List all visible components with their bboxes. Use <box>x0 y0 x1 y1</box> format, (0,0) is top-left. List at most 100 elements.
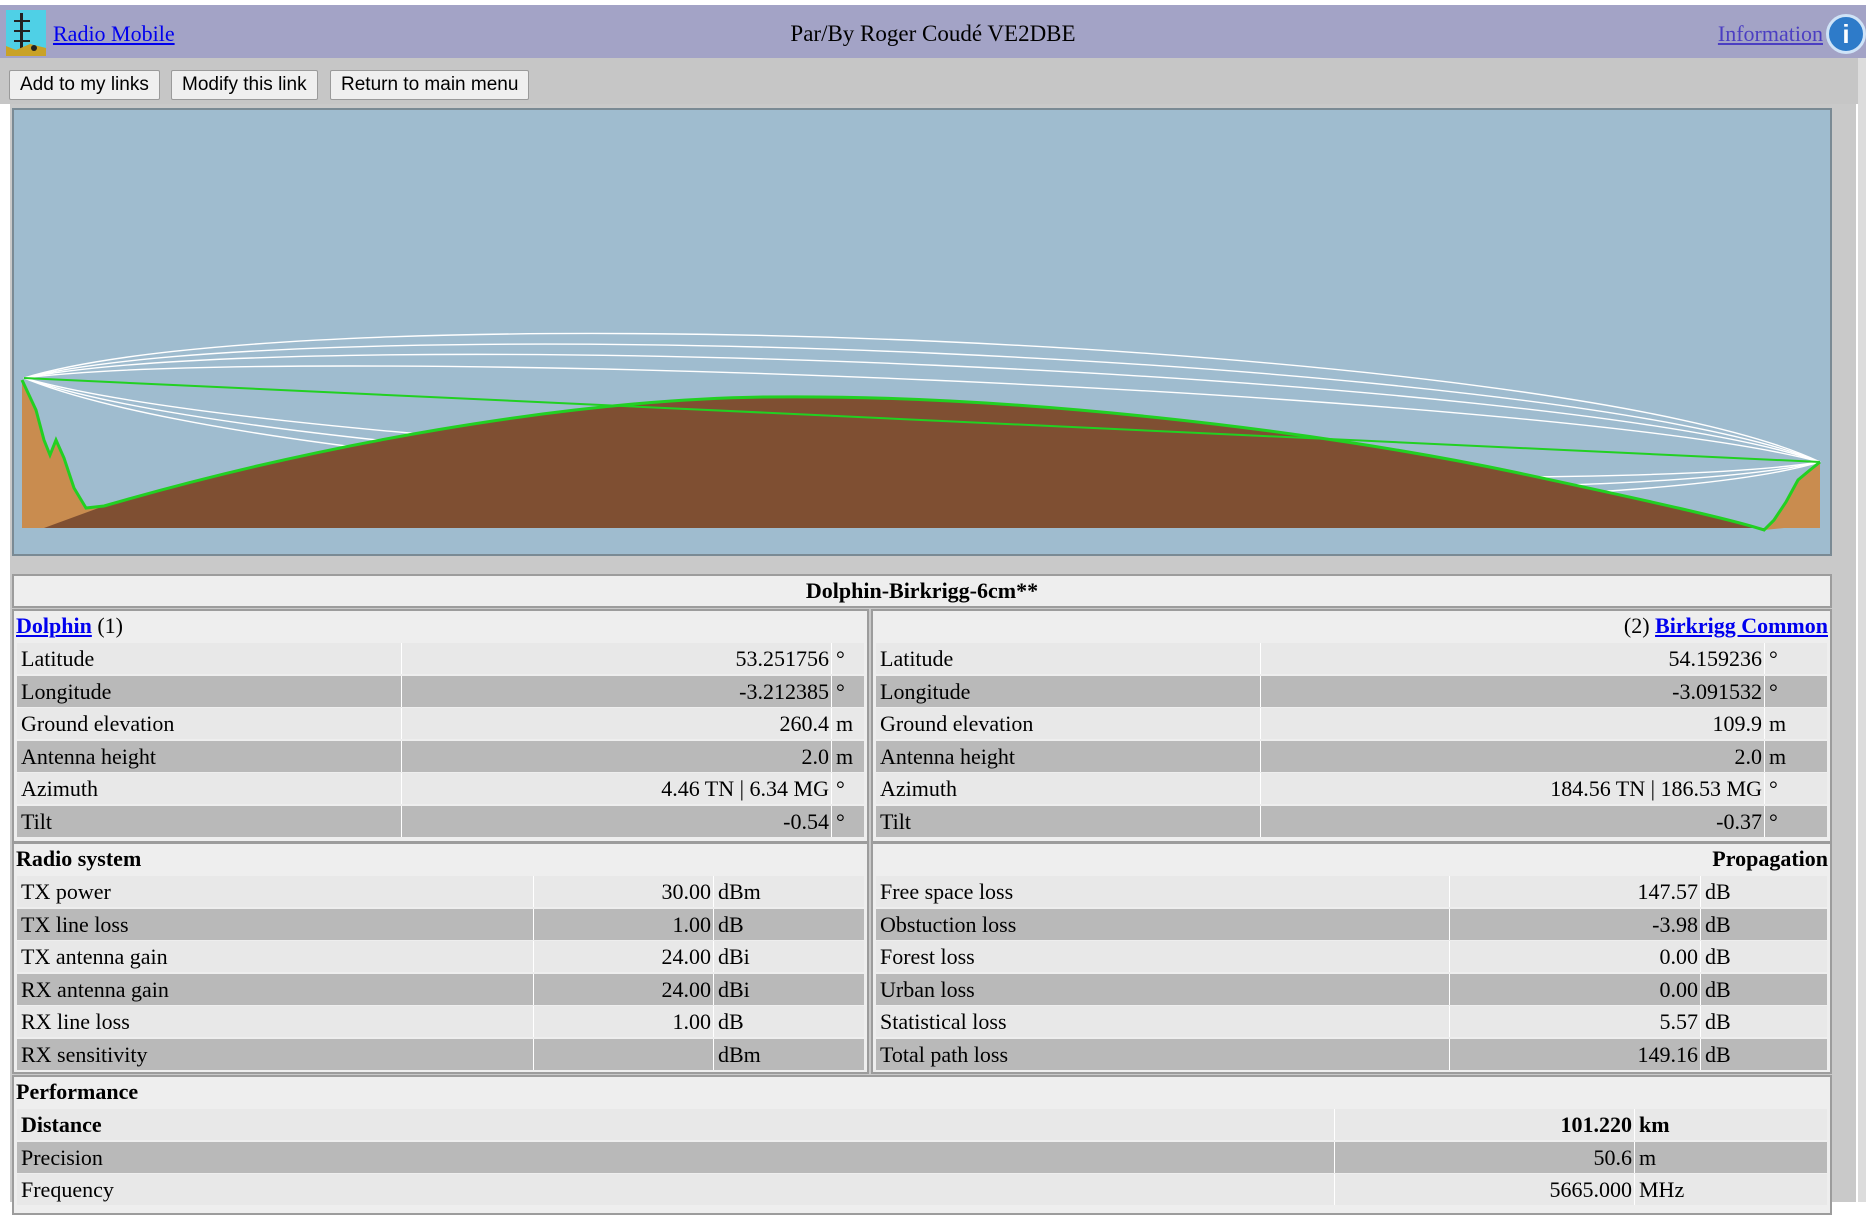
performance-row-label: Distance <box>21 1112 102 1137</box>
site1-row: Tilt -0.54 ° <box>17 805 864 837</box>
radio-row-label: TX line loss <box>21 911 129 937</box>
performance-row-unit: MHz <box>1639 1177 1685 1202</box>
propagation-row: Urban loss 0.00 dB <box>876 973 1827 1005</box>
site1-row: Longitude -3.212385 ° <box>17 675 864 707</box>
radio-row: TX antenna gain 24.00 dBi <box>17 941 864 972</box>
propagation-row-label: Forest loss <box>880 944 975 969</box>
toolbar: Add to my links Modify this link Return … <box>0 58 1866 104</box>
author-credit: Par/By Roger Coudé VE2DBE <box>790 21 1076 46</box>
site2-row-value: 54.159236 <box>1668 646 1763 671</box>
radio-row-unit: dBm <box>718 879 761 904</box>
site2-row-value: 184.56 TN | 186.53 MG <box>1550 776 1762 801</box>
propagation-row-label: Total path loss <box>880 1041 1009 1067</box>
propagation-row: Statistical loss 5.57 dB <box>876 1006 1827 1037</box>
site2-row-label: Antenna height <box>880 743 1016 769</box>
site1-row: Ground elevation 260.4 m <box>17 708 864 739</box>
radio-row-unit: dBi <box>718 976 750 1002</box>
propagation-row-unit: dB <box>1705 879 1731 904</box>
radio-row: TX power 30.00 dBm <box>17 876 864 907</box>
site2-name-link[interactable]: Birkrigg Common <box>1655 613 1828 638</box>
site1-row: Latitude 53.251756 ° <box>17 643 864 674</box>
site2-row: Latitude 54.159236 ° <box>876 643 1827 674</box>
radio-row-value: 1.00 <box>672 911 712 937</box>
site2-index: (2) <box>1623 613 1650 638</box>
radio-row-value: 24.00 <box>661 976 712 1002</box>
radio-row-value: 1.00 <box>672 1009 712 1034</box>
radio-system-title: Radio system <box>16 846 142 871</box>
site1-row-value: -3.212385 <box>739 678 829 704</box>
site2-header: (2) Birkrigg Common <box>873 611 1830 641</box>
radio-row: RX sensitivity dBm <box>17 1038 864 1070</box>
performance-row-value: 50.6 <box>1593 1144 1633 1170</box>
propagation-row-label: Free space loss <box>880 879 1014 904</box>
radio-row: RX antenna gain 24.00 dBi <box>17 973 864 1005</box>
propagation-row-unit: dB <box>1705 976 1731 1002</box>
radio-row-unit: dB <box>718 1009 744 1034</box>
propagation-row-value: 0.00 <box>1659 944 1699 969</box>
site1-row-unit: ° <box>836 678 845 704</box>
site2-row: Tilt -0.37 ° <box>876 805 1827 837</box>
radio-row-value: 30.00 <box>661 879 712 904</box>
site1-row-unit: m <box>836 743 854 769</box>
site1-row-value: 260.4 <box>779 711 830 736</box>
radio-row-unit: dB <box>718 911 744 937</box>
information-link[interactable]: Information <box>1718 21 1823 47</box>
performance-row: Precision 50.6 m <box>17 1141 1827 1173</box>
site1-index: (1) <box>97 613 123 638</box>
radio-row-unit: dBi <box>718 944 750 969</box>
propagation-row: Total path loss 149.16 dB <box>876 1038 1827 1070</box>
propagation-row-unit: dB <box>1705 1041 1731 1067</box>
scrollbar[interactable] <box>1858 58 1866 1202</box>
performance-row-unit: km <box>1639 1112 1670 1137</box>
site1-row: Antenna height 2.0 m <box>17 740 864 772</box>
site1-row-unit: ° <box>836 776 845 801</box>
site2-row-value: 109.9 <box>1712 711 1763 736</box>
return-to-main-menu-button[interactable]: Return to main menu <box>330 70 530 100</box>
modify-link-button[interactable]: Modify this link <box>171 70 318 100</box>
radio-row-label: RX sensitivity <box>21 1041 148 1067</box>
site2-row-value: -3.091532 <box>1672 678 1762 704</box>
site2-row-label: Azimuth <box>880 776 957 801</box>
radio-row-label: TX antenna gain <box>21 944 168 969</box>
performance-row: Frequency 5665.000 MHz <box>17 1174 1827 1205</box>
site1-row-value: -0.54 <box>783 808 829 834</box>
site2-row-label: Ground elevation <box>880 711 1034 736</box>
link-title-panel: Dolphin-Birkrigg-6cm** <box>12 574 1832 608</box>
site1-name-link[interactable]: Dolphin <box>16 613 92 638</box>
site1-row-label: Tilt <box>21 808 53 834</box>
site1-row-label: Antenna height <box>21 743 157 769</box>
site1-row-unit: m <box>836 711 854 736</box>
add-to-my-links-button[interactable]: Add to my links <box>9 70 160 100</box>
radio-system-panel: Radio system TX power 30.00 dBm TX line los… <box>12 842 869 1074</box>
propagation-row: Obstuction loss -3.98 dB <box>876 908 1827 940</box>
info-icon[interactable]: i <box>1826 14 1866 54</box>
site1-row-value: 4.46 TN | 6.34 MG <box>661 776 829 801</box>
propagation-row: Forest loss 0.00 dB <box>876 941 1827 972</box>
radio-row-unit: dBm <box>718 1041 761 1067</box>
propagation-row-unit: dB <box>1705 944 1731 969</box>
propagation-row-label: Urban loss <box>880 976 975 1002</box>
site1-panel: Dolphin (1) Latitude 53.251756 ° Longitude -… <box>12 609 869 843</box>
propagation-row: Free space loss 147.57 dB <box>876 876 1827 907</box>
propagation-row-value: 0.00 <box>1659 976 1699 1002</box>
header-bar: Radio Mobile Par/By Roger Coudé VE2DBE I… <box>0 0 1866 58</box>
radio-row: RX line loss 1.00 dB <box>17 1006 864 1037</box>
site2-row-unit: ° <box>1769 808 1778 834</box>
site1-row-value: 53.251756 <box>735 646 830 671</box>
site2-row: Azimuth 184.56 TN | 186.53 MG ° <box>876 773 1827 804</box>
propagation-panel: Propagation Free space loss 147.57 dB Obstu… <box>871 842 1832 1074</box>
link-title: Dolphin-Birkrigg-6cm** <box>805 578 1039 603</box>
performance-row-unit: m <box>1639 1144 1657 1170</box>
site1-row-label: Longitude <box>21 678 112 704</box>
site2-row-value: 2.0 <box>1734 743 1763 769</box>
path-profile-graphic <box>12 108 1832 556</box>
performance-row: Distance 101.220 km <box>17 1109 1827 1140</box>
propagation-row-value: -3.98 <box>1652 911 1698 937</box>
radio-row-value <box>537 1039 711 1070</box>
radio-row-label: RX line loss <box>21 1009 130 1034</box>
site1-row: Azimuth 4.46 TN | 6.34 MG ° <box>17 773 864 804</box>
propagation-row-unit: dB <box>1705 1009 1731 1034</box>
site2-row-label: Latitude <box>880 646 954 671</box>
performance-panel: Performance Distance 101.220 km Precision 50… <box>12 1075 1832 1215</box>
propagation-row-label: Obstuction loss <box>880 911 1017 937</box>
